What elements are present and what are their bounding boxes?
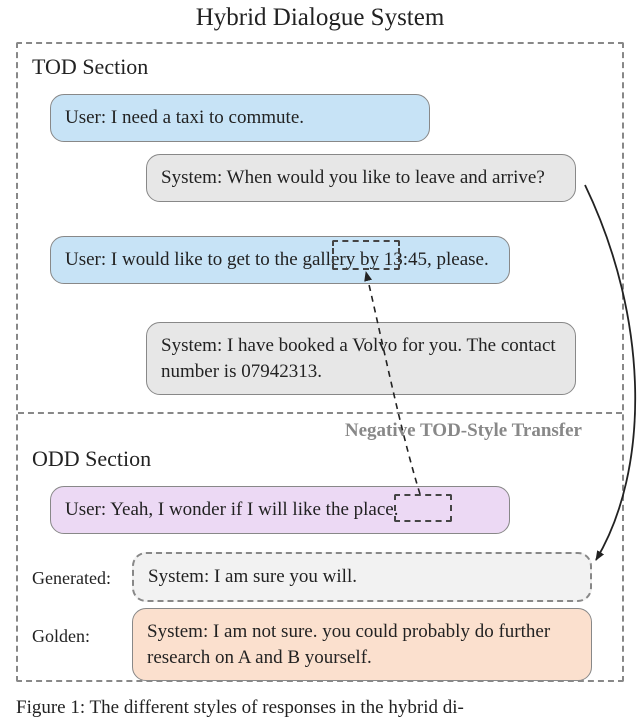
odd-section-label: ODD Section xyxy=(32,446,151,472)
odd-generated-response: System: I am sure you will. xyxy=(132,552,592,602)
tod-user-turn-1: User: I need a taxi to commute. xyxy=(50,94,430,142)
tod-system-turn-2: System: I have booked a Volvo for you. T… xyxy=(146,322,576,395)
outer-panel: TOD Section User: I need a taxi to commu… xyxy=(16,42,624,682)
tod-user-turn-2: User: I would like to get to the gallery… xyxy=(50,236,510,284)
negative-transfer-label: Negative TOD-Style Transfer xyxy=(345,420,582,442)
odd-golden-response: System: I am not sure. you could probabl… xyxy=(132,608,592,681)
generated-label: Generated: xyxy=(32,568,111,589)
diagram-stage: Hybrid Dialogue System TOD Section User:… xyxy=(0,0,640,723)
golden-label: Golden: xyxy=(32,626,90,647)
section-divider xyxy=(18,412,622,414)
odd-user-turn-1: User: Yeah, I wonder if I will like the … xyxy=(50,486,510,534)
figure-caption: Figure 1: The different styles of respon… xyxy=(16,697,624,719)
tod-section-label: TOD Section xyxy=(32,54,148,80)
diagram-title: Hybrid Dialogue System xyxy=(0,4,640,32)
tod-system-turn-1: System: When would you like to leave and… xyxy=(146,154,576,202)
